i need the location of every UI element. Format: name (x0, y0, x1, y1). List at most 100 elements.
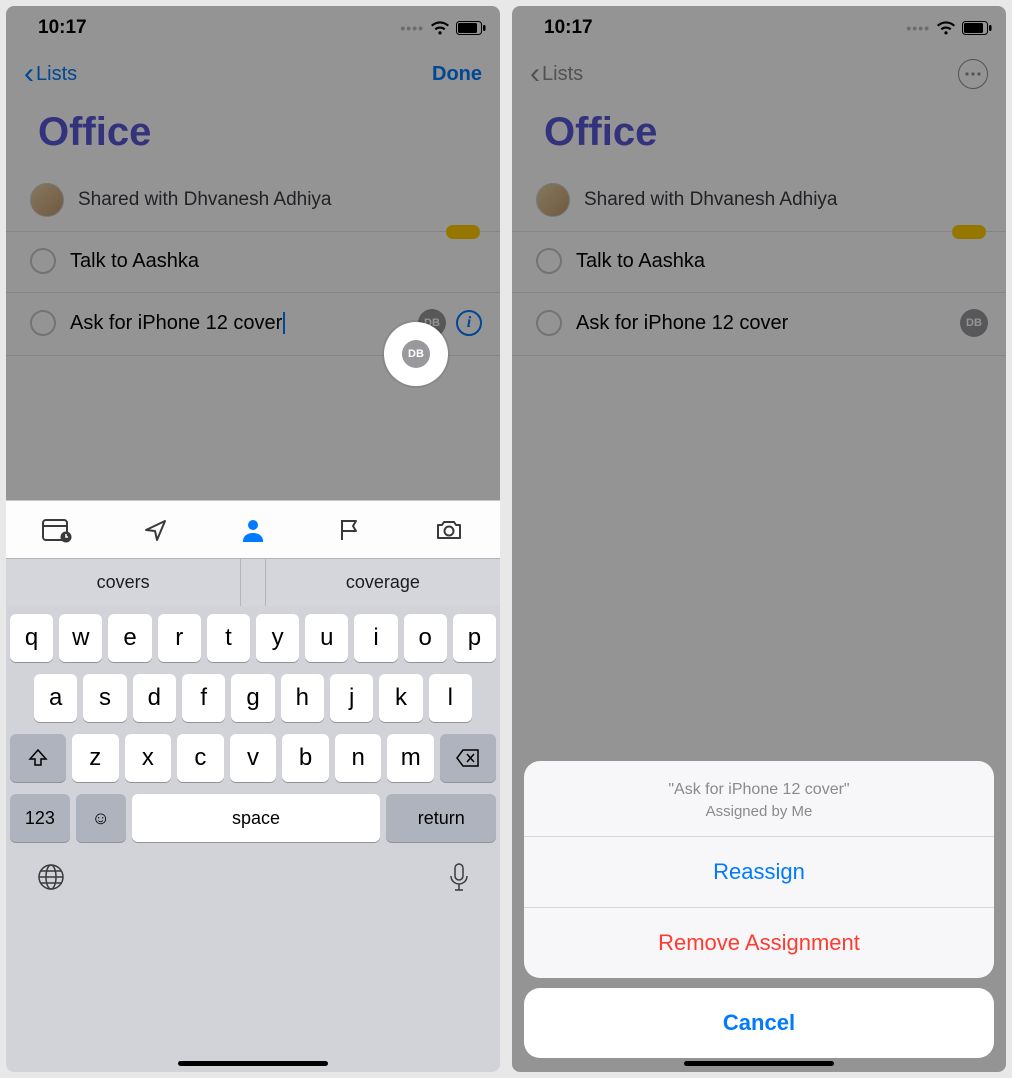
key-q[interactable]: q (10, 614, 53, 662)
reminder-row[interactable]: Ask for iPhone 12 cover DB (512, 293, 1006, 356)
nav-bar: ‹ Lists (512, 50, 1006, 98)
action-sheet-card: "Ask for iPhone 12 cover" Assigned by Me… (524, 761, 994, 978)
key-y[interactable]: y (256, 614, 299, 662)
keyboard: qwertyuiop asdfghjkl zxcvbnm 123 ☺ space… (6, 606, 500, 1072)
shared-with-label: Shared with Dhvanesh Adhiya (78, 189, 332, 211)
key-m[interactable]: m (387, 734, 434, 782)
date-icon[interactable] (42, 517, 72, 543)
key-t[interactable]: t (207, 614, 250, 662)
keyboard-row: zxcvbnm (10, 734, 496, 782)
reminder-text[interactable]: Talk to Aashka (576, 250, 988, 273)
key-a[interactable]: a (34, 674, 77, 722)
shared-avatar-icon (536, 183, 570, 217)
reminder-row[interactable]: Talk to Aashka (512, 232, 1006, 293)
cancel-button[interactable]: Cancel (524, 988, 994, 1058)
camera-icon[interactable] (434, 517, 464, 543)
status-time: 10:17 (544, 17, 593, 39)
ellipsis-icon (965, 72, 981, 76)
home-indicator[interactable] (178, 1061, 328, 1066)
flag-color-icon (446, 225, 480, 239)
done-button[interactable]: Done (432, 63, 482, 86)
back-button[interactable]: ‹ Lists (530, 59, 583, 89)
screenshot-left: 10:17 •••• ‹ Lists Done Office Shared wi… (6, 6, 500, 1072)
info-icon[interactable]: i (456, 310, 482, 336)
shared-with-row[interactable]: Shared with Dhvanesh Adhiya (512, 173, 1006, 232)
chevron-left-icon: ‹ (24, 59, 34, 89)
key-p[interactable]: p (453, 614, 496, 662)
flag-color-icon (952, 225, 986, 239)
sheet-subtitle: Assigned by Me (534, 803, 984, 820)
key-f[interactable]: f (182, 674, 225, 722)
remove-assignment-option[interactable]: Remove Assignment (524, 908, 994, 978)
complete-radio[interactable] (30, 310, 56, 336)
keyboard-row: asdfghjkl (10, 674, 496, 722)
cellular-dots-icon: •••• (906, 20, 930, 36)
assignee-badge[interactable]: DB (960, 309, 988, 337)
shared-with-row[interactable]: Shared with Dhvanesh Adhiya (6, 173, 500, 232)
key-l[interactable]: l (429, 674, 472, 722)
reminder-text[interactable]: Talk to Aashka (70, 250, 482, 273)
key-c[interactable]: c (177, 734, 224, 782)
list-title: Office (6, 98, 500, 173)
flag-icon[interactable] (337, 517, 363, 543)
screenshot-right: 10:17 •••• ‹ Lists Office Shar (512, 6, 1006, 1072)
nav-bar: ‹ Lists Done (6, 50, 500, 98)
key-w[interactable]: w (59, 614, 102, 662)
numbers-key[interactable]: 123 (10, 794, 70, 842)
key-e[interactable]: e (108, 614, 151, 662)
wifi-icon (430, 21, 450, 36)
key-u[interactable]: u (305, 614, 348, 662)
keyboard-suggestions: covers coverage (6, 558, 500, 606)
reminder-text-editing[interactable]: Ask for iPhone 12 cover (70, 312, 404, 335)
key-x[interactable]: x (125, 734, 172, 782)
key-s[interactable]: s (83, 674, 126, 722)
reminder-text[interactable]: Ask for iPhone 12 cover (576, 312, 946, 335)
spotlight-highlight: DB (384, 322, 448, 386)
shared-with-label: Shared with Dhvanesh Adhiya (584, 189, 838, 211)
key-n[interactable]: n (335, 734, 382, 782)
assignee-badge-highlight[interactable]: DB (402, 340, 430, 368)
location-icon[interactable] (143, 517, 169, 543)
suggestion[interactable]: coverage (265, 559, 500, 606)
complete-radio[interactable] (30, 248, 56, 274)
keyboard-row: qwertyuiop (10, 614, 496, 662)
battery-icon (962, 21, 992, 35)
space-key[interactable]: space (132, 794, 381, 842)
key-d[interactable]: d (133, 674, 176, 722)
emoji-key[interactable]: ☺ (76, 794, 126, 842)
suggestion[interactable]: covers (6, 559, 241, 606)
assign-icon[interactable] (240, 517, 266, 543)
dictation-icon[interactable] (448, 862, 470, 901)
key-g[interactable]: g (231, 674, 274, 722)
reminder-toolbar (6, 500, 500, 558)
reassign-option[interactable]: Reassign (524, 837, 994, 908)
home-indicator[interactable] (684, 1061, 834, 1066)
key-i[interactable]: i (354, 614, 397, 662)
status-time: 10:17 (38, 17, 87, 39)
more-button[interactable] (958, 59, 988, 89)
reminder-row[interactable]: Talk to Aashka (6, 232, 500, 293)
return-key[interactable]: return (386, 794, 496, 842)
key-o[interactable]: o (404, 614, 447, 662)
status-bar: 10:17 •••• (6, 6, 500, 50)
back-button[interactable]: ‹ Lists (24, 59, 77, 89)
key-z[interactable]: z (72, 734, 119, 782)
key-j[interactable]: j (330, 674, 373, 722)
list-title: Office (512, 98, 1006, 173)
complete-radio[interactable] (536, 310, 562, 336)
chevron-left-icon: ‹ (530, 59, 540, 89)
key-r[interactable]: r (158, 614, 201, 662)
back-label: Lists (542, 63, 583, 86)
key-h[interactable]: h (281, 674, 324, 722)
complete-radio[interactable] (536, 248, 562, 274)
battery-icon (456, 21, 486, 35)
key-v[interactable]: v (230, 734, 277, 782)
action-sheet-header: "Ask for iPhone 12 cover" Assigned by Me (524, 761, 994, 837)
shift-key[interactable] (10, 734, 66, 782)
key-k[interactable]: k (379, 674, 422, 722)
key-b[interactable]: b (282, 734, 329, 782)
globe-icon[interactable] (36, 862, 66, 901)
status-bar: 10:17 •••• (512, 6, 1006, 50)
shared-avatar-icon (30, 183, 64, 217)
backspace-key[interactable] (440, 734, 496, 782)
